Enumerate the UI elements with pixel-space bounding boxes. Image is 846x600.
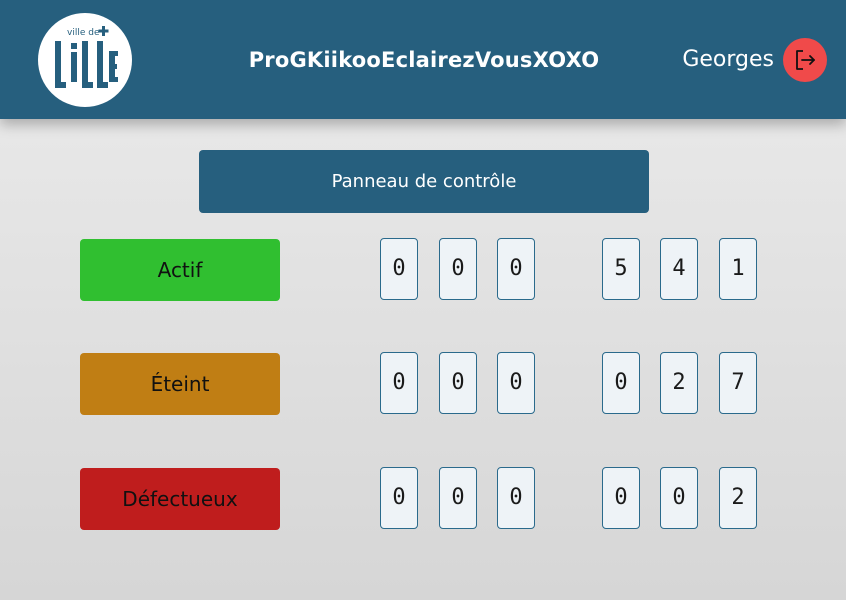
counter-digit: 0 xyxy=(497,352,535,414)
city-logo[interactable]: ville de xyxy=(38,13,132,107)
counter-digit: 2 xyxy=(719,467,757,529)
counter-digit: 0 xyxy=(439,467,477,529)
logo-small-text: ville de xyxy=(67,28,100,38)
user-name: Georges xyxy=(682,47,774,72)
counter-digit: 5 xyxy=(602,238,640,300)
status-row-faulty: Défectueux 0 0 0 0 0 2 xyxy=(0,467,846,532)
lille-logo-icon: ville de xyxy=(55,26,118,88)
logout-button[interactable] xyxy=(783,38,827,82)
counter-digit: 0 xyxy=(497,238,535,300)
status-row-off: Éteint 0 0 0 0 2 7 xyxy=(0,352,846,417)
counter-digit: 4 xyxy=(660,238,698,300)
counter-digit: 0 xyxy=(602,352,640,414)
counter-digit: 0 xyxy=(439,352,477,414)
counter-digit: 0 xyxy=(439,238,477,300)
counter-digit: 7 xyxy=(719,352,757,414)
off-status-button[interactable]: Éteint xyxy=(80,353,280,415)
status-row-active: Actif 0 0 0 5 4 1 xyxy=(0,238,846,303)
counter-digit: 0 xyxy=(602,467,640,529)
counter-digit: 0 xyxy=(380,352,418,414)
counter-digit: 0 xyxy=(380,238,418,300)
app-title: ProGKiikooEclairezVousXOXO xyxy=(248,48,600,72)
top-header: ville de ProGKiikooEclairezVousXOXO Geor… xyxy=(0,0,846,119)
counter-digit: 2 xyxy=(660,352,698,414)
counter-digit: 0 xyxy=(497,467,535,529)
control-panel-title: Panneau de contrôle xyxy=(199,150,649,213)
counter-digit: 0 xyxy=(660,467,698,529)
counter-digit: 1 xyxy=(719,238,757,300)
faulty-status-button[interactable]: Défectueux xyxy=(80,468,280,530)
counter-digit: 0 xyxy=(380,467,418,529)
logout-icon xyxy=(796,50,815,70)
active-status-button[interactable]: Actif xyxy=(80,239,280,301)
